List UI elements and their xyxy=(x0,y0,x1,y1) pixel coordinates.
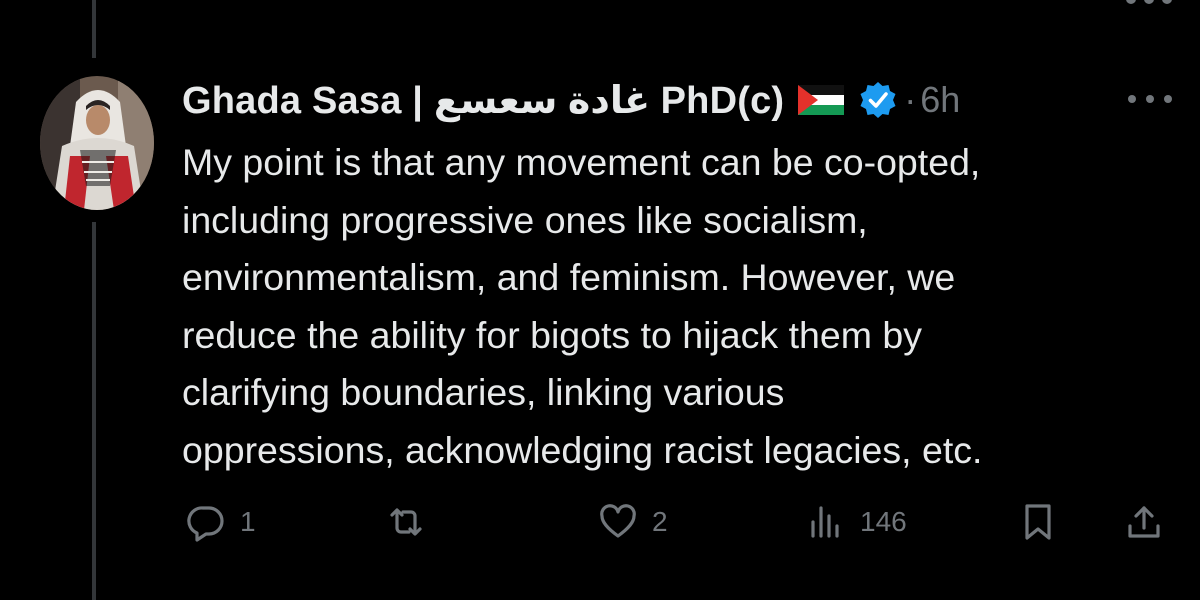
author-display-name[interactable]: Ghada Sasa | غادة سعسع PhD(c) xyxy=(182,78,784,123)
share-icon xyxy=(1128,506,1160,538)
avatar[interactable] xyxy=(40,76,154,210)
tweet-text: My point is that any movement can be co-… xyxy=(182,141,983,471)
header-separator: · xyxy=(904,79,917,120)
bookmark-icon xyxy=(1025,504,1051,540)
thread-connector-line-bottom xyxy=(92,222,96,600)
bookmark-button[interactable] xyxy=(1018,498,1058,546)
reply-button[interactable]: 1 xyxy=(186,498,256,546)
verified-badge-icon[interactable] xyxy=(858,80,898,120)
share-button[interactable] xyxy=(1124,498,1164,546)
reply-icon xyxy=(187,506,224,542)
views-icon xyxy=(811,506,839,538)
retweet-icon xyxy=(390,508,422,536)
views-count: 146 xyxy=(860,506,907,537)
reply-count: 1 xyxy=(240,506,256,537)
heart-icon xyxy=(600,504,636,538)
retweet-button[interactable] xyxy=(386,498,440,546)
previous-tweet-more-icon[interactable] xyxy=(1126,0,1172,4)
tweet-header: Ghada Sasa | غادة سعسع PhD(c) · 6h xyxy=(182,72,960,128)
palestine-flag-icon xyxy=(798,85,845,115)
like-button[interactable]: 2 xyxy=(598,498,668,546)
like-count: 2 xyxy=(652,506,668,537)
tweet-timestamp[interactable]: 6h xyxy=(920,79,960,121)
more-options-icon[interactable] xyxy=(1128,92,1172,106)
tweet-action-bar: 1 2 146 xyxy=(182,498,1172,546)
thread-connector-line-top xyxy=(92,0,96,58)
avatar-image xyxy=(40,76,154,210)
views-button[interactable]: 146 xyxy=(806,498,907,546)
